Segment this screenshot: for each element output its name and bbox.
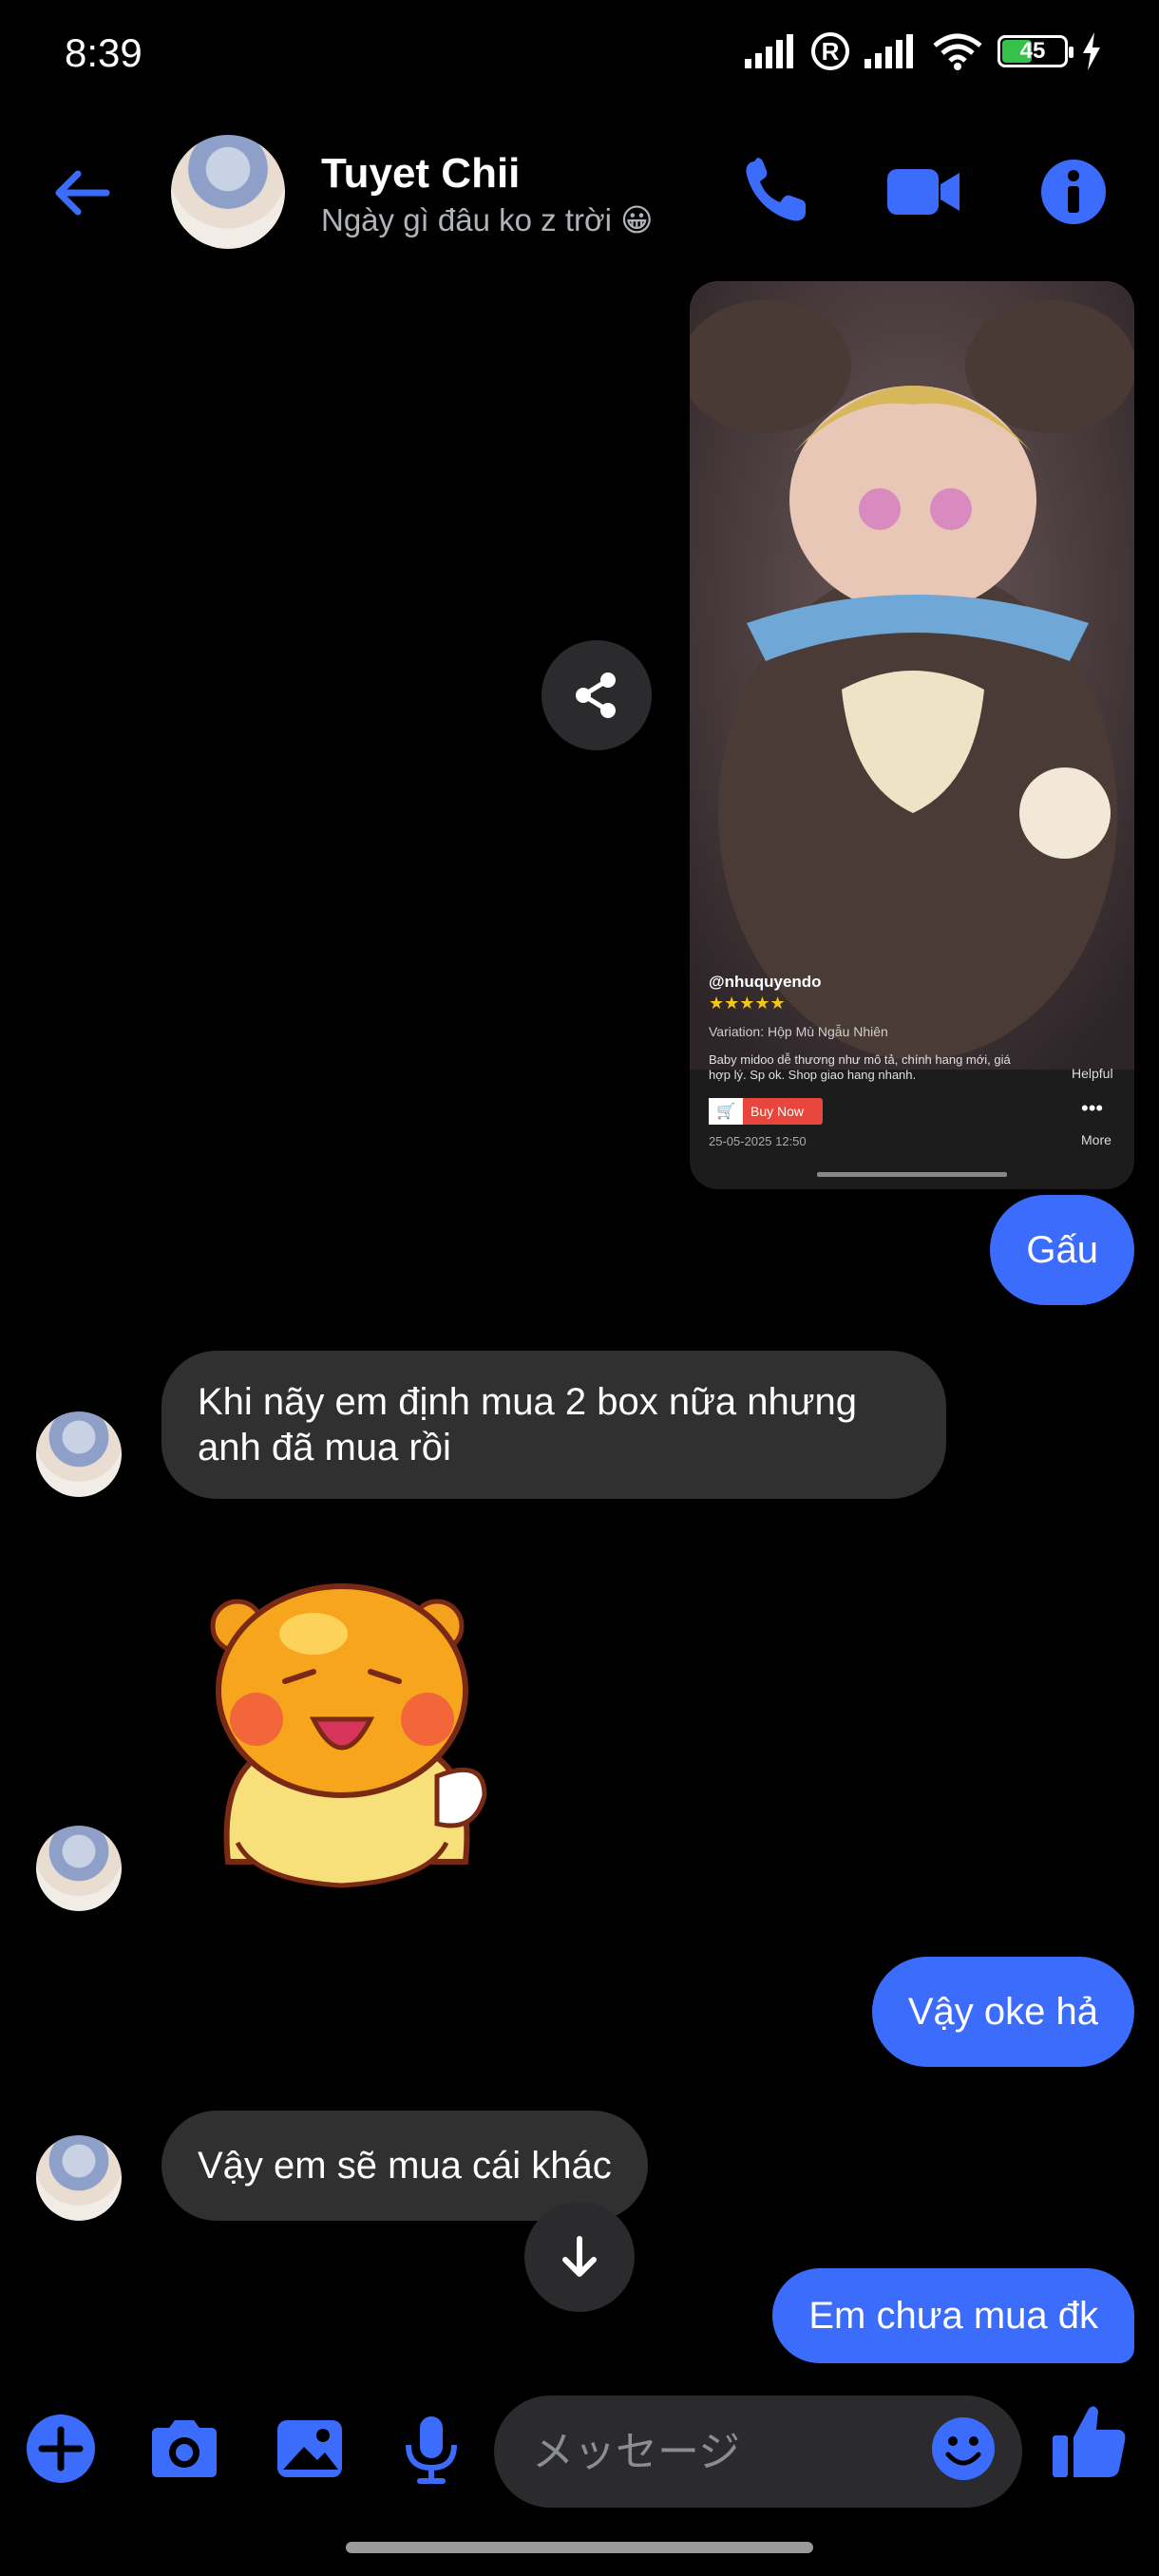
- signal-icon: [745, 34, 793, 68]
- cart-icon: 🛒: [709, 1098, 743, 1125]
- image-icon[interactable]: [272, 2411, 348, 2487]
- like-icon[interactable]: [1047, 2399, 1132, 2485]
- sticker-image[interactable]: [200, 1577, 494, 1909]
- helpful-label: Helpful: [1072, 1066, 1113, 1081]
- registered-icon: R: [811, 32, 849, 70]
- more-label: More: [1081, 1132, 1112, 1147]
- more-icon: •••: [1081, 1096, 1104, 1120]
- video-icon[interactable]: [885, 154, 961, 230]
- post-timestamp: 25-05-2025 12:50: [709, 1134, 807, 1148]
- status-time: 8:39: [65, 30, 142, 75]
- charging-icon: [1083, 32, 1100, 70]
- phone-icon[interactable]: [737, 154, 813, 230]
- post-rating: ★★★★★: [709, 994, 786, 1013]
- wifi-icon: [933, 33, 982, 70]
- share-icon: [576, 672, 616, 718]
- camera-icon[interactable]: [146, 2411, 222, 2487]
- mic-icon[interactable]: [393, 2411, 469, 2487]
- post-username: @nhuquyendo: [709, 973, 822, 991]
- outgoing-message[interactable]: Gấu: [990, 1195, 1134, 1305]
- contact-status: Ngày gì đâu ko z trời 😀: [321, 202, 654, 237]
- sender-avatar[interactable]: [36, 1826, 122, 1911]
- shared-photo[interactable]: @nhuquyendo ★★★★★ Variation: Hộp Mù Ngẫu…: [690, 281, 1134, 1189]
- battery-icon: 45: [998, 35, 1074, 67]
- home-indicator[interactable]: [346, 2542, 813, 2553]
- incoming-message[interactable]: Khi nãy em định mua 2 box nữa nhưng anh …: [162, 1351, 946, 1499]
- post-review: Baby midoo dễ thương như mô tả, chính ha…: [709, 1052, 1011, 1082]
- contact-name[interactable]: Tuyet Chii: [321, 150, 520, 198]
- buy-now-button[interactable]: 🛒 Buy Now: [709, 1098, 823, 1125]
- outgoing-message[interactable]: Vậy oke hả: [871, 1957, 1134, 2067]
- outgoing-message[interactable]: Em chưa mua đk: [772, 2268, 1134, 2363]
- plus-icon[interactable]: [23, 2411, 99, 2487]
- scroll-to-bottom-button[interactable]: [524, 2202, 635, 2312]
- contact-avatar[interactable]: [171, 135, 285, 249]
- buy-now-label: Buy Now: [750, 1104, 805, 1119]
- info-icon[interactable]: [1036, 154, 1112, 230]
- sender-avatar[interactable]: [36, 2135, 122, 2221]
- share-button[interactable]: [542, 640, 652, 750]
- arrow-down-icon: [562, 2236, 597, 2277]
- signal-2-icon: [864, 34, 913, 68]
- emoji-icon[interactable]: [929, 2415, 998, 2483]
- sender-avatar[interactable]: [36, 1411, 122, 1497]
- battery-level: 45: [1019, 38, 1046, 64]
- post-variation: Variation: Hộp Mù Ngẫu Nhiên: [709, 1024, 888, 1039]
- back-arrow-icon[interactable]: [49, 160, 116, 226]
- status-icons: R 45: [743, 32, 1102, 70]
